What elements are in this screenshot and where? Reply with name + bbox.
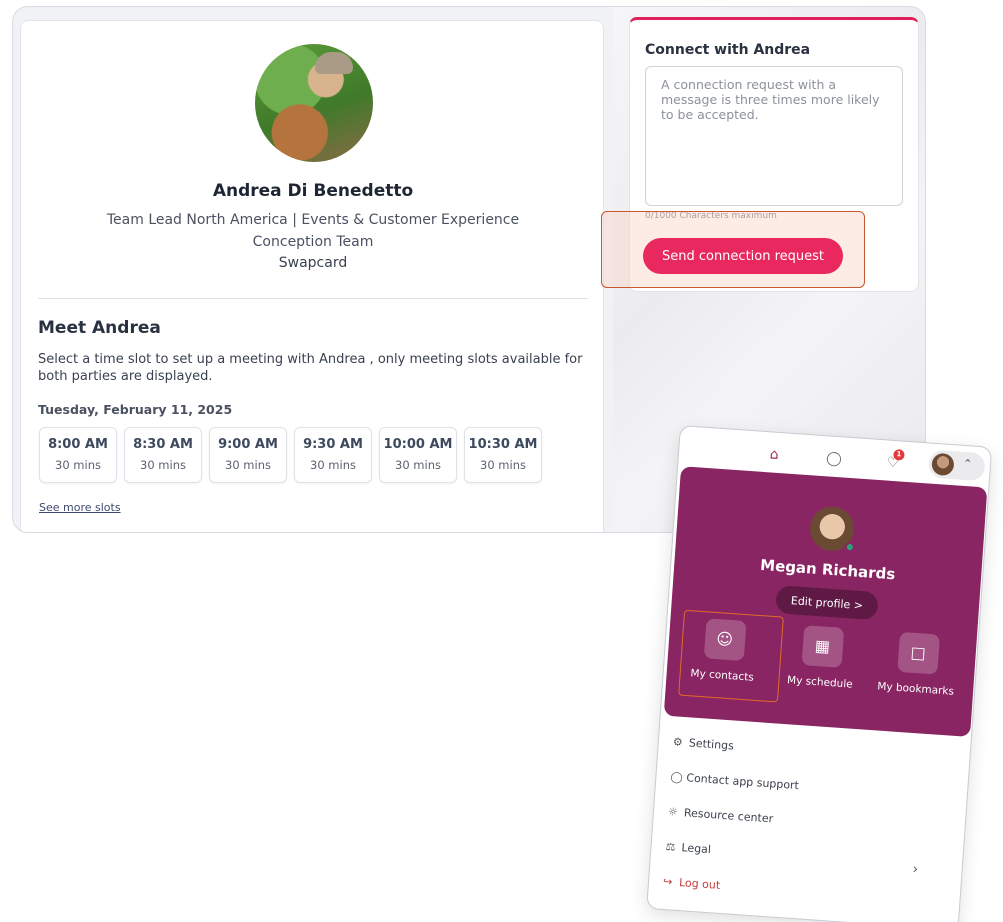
menu-item-label: Resource center bbox=[683, 806, 774, 826]
meet-description: Select a time slot to set up a meeting w… bbox=[38, 352, 583, 384]
slot-duration: 30 mins bbox=[480, 458, 526, 472]
edit-profile-button[interactable]: Edit profile > bbox=[775, 585, 879, 621]
my-schedule-link[interactable]: ▦ My schedule bbox=[772, 623, 871, 691]
slot-time: 10:30 AM bbox=[468, 437, 538, 452]
slot-duration: 30 mins bbox=[310, 458, 356, 472]
slot-time: 9:30 AM bbox=[303, 437, 363, 452]
profile-avatar bbox=[255, 44, 373, 162]
time-slot[interactable]: 9:00 AM 30 mins bbox=[209, 427, 287, 483]
send-connection-request-button[interactable]: Send connection request bbox=[643, 238, 843, 274]
menu-item-label: Contact app support bbox=[685, 771, 800, 793]
chevron-right-icon[interactable]: › bbox=[912, 861, 919, 877]
menu-item-label: Log out bbox=[678, 876, 721, 892]
my-contacts-highlight bbox=[678, 609, 784, 703]
time-slot[interactable]: 8:30 AM 30 mins bbox=[124, 427, 202, 483]
profile-menu-panel: ⌂ ◯ ♡ 1 ⌃ Megan Richards Edit profile > … bbox=[646, 425, 993, 922]
slot-duration: 30 mins bbox=[225, 458, 271, 472]
online-status-icon bbox=[844, 541, 856, 553]
time-slot[interactable]: 9:30 AM 30 mins bbox=[294, 427, 372, 483]
notification-badge: 1 bbox=[893, 448, 905, 461]
slot-date: Tuesday, February 11, 2025 bbox=[38, 402, 233, 417]
menu-item-label: Settings bbox=[688, 736, 735, 753]
slot-duration: 30 mins bbox=[140, 458, 186, 472]
quick-link-label: My bookmarks bbox=[876, 680, 955, 698]
gavel-icon: ⚖ bbox=[665, 840, 676, 854]
connect-title: Connect with Andrea bbox=[645, 42, 811, 58]
calendar-icon: ▦ bbox=[801, 625, 844, 668]
profile-company: Swapcard bbox=[278, 255, 348, 271]
lightbulb-icon: ☼ bbox=[667, 805, 679, 819]
time-slot[interactable]: 10:00 AM 30 mins bbox=[379, 427, 457, 483]
account-menu: ⚙ Settings ◯ Contact app support ☼ Resou… bbox=[662, 724, 954, 918]
meet-title: Meet Andrea bbox=[38, 318, 161, 338]
slot-time: 8:00 AM bbox=[48, 437, 108, 452]
quick-link-label: My schedule bbox=[786, 674, 854, 691]
divider bbox=[38, 298, 588, 299]
time-slots: 8:00 AM 30 mins 8:30 AM 30 mins 9:00 AM … bbox=[39, 427, 542, 483]
see-more-slots-link[interactable]: See more slots bbox=[39, 501, 121, 514]
chevron-up-icon: ⌃ bbox=[962, 456, 973, 471]
bookmark-icon: □ bbox=[896, 631, 940, 675]
avatar bbox=[931, 452, 955, 477]
home-icon[interactable]: ⌂ bbox=[765, 445, 784, 464]
logout-icon: ↪ bbox=[662, 874, 673, 889]
account-menu-toggle[interactable]: ⌃ bbox=[927, 449, 986, 482]
slot-time: 9:00 AM bbox=[218, 437, 278, 452]
slot-time: 8:30 AM bbox=[133, 437, 193, 452]
my-bookmarks-link[interactable]: □ My bookmarks bbox=[868, 630, 967, 698]
slot-duration: 30 mins bbox=[55, 458, 101, 472]
chat-icon[interactable]: ◯ bbox=[824, 449, 843, 468]
slot-duration: 30 mins bbox=[395, 458, 441, 472]
slot-time: 10:00 AM bbox=[383, 437, 453, 452]
time-slot[interactable]: 8:00 AM 30 mins bbox=[39, 427, 117, 483]
chat-icon: ◯ bbox=[669, 770, 684, 785]
connection-message-input[interactable] bbox=[645, 66, 903, 206]
gear-icon: ⚙ bbox=[672, 735, 684, 749]
profile-card: Andrea Di Benedetto Team Lead North Amer… bbox=[20, 20, 604, 532]
profile-role: Team Lead North America | Events & Custo… bbox=[106, 212, 520, 250]
time-slot[interactable]: 10:30 AM 30 mins bbox=[464, 427, 542, 483]
user-name: Megan Richards bbox=[759, 555, 896, 584]
profile-name: Andrea Di Benedetto bbox=[212, 181, 414, 201]
menu-item-label: Legal bbox=[681, 841, 712, 857]
